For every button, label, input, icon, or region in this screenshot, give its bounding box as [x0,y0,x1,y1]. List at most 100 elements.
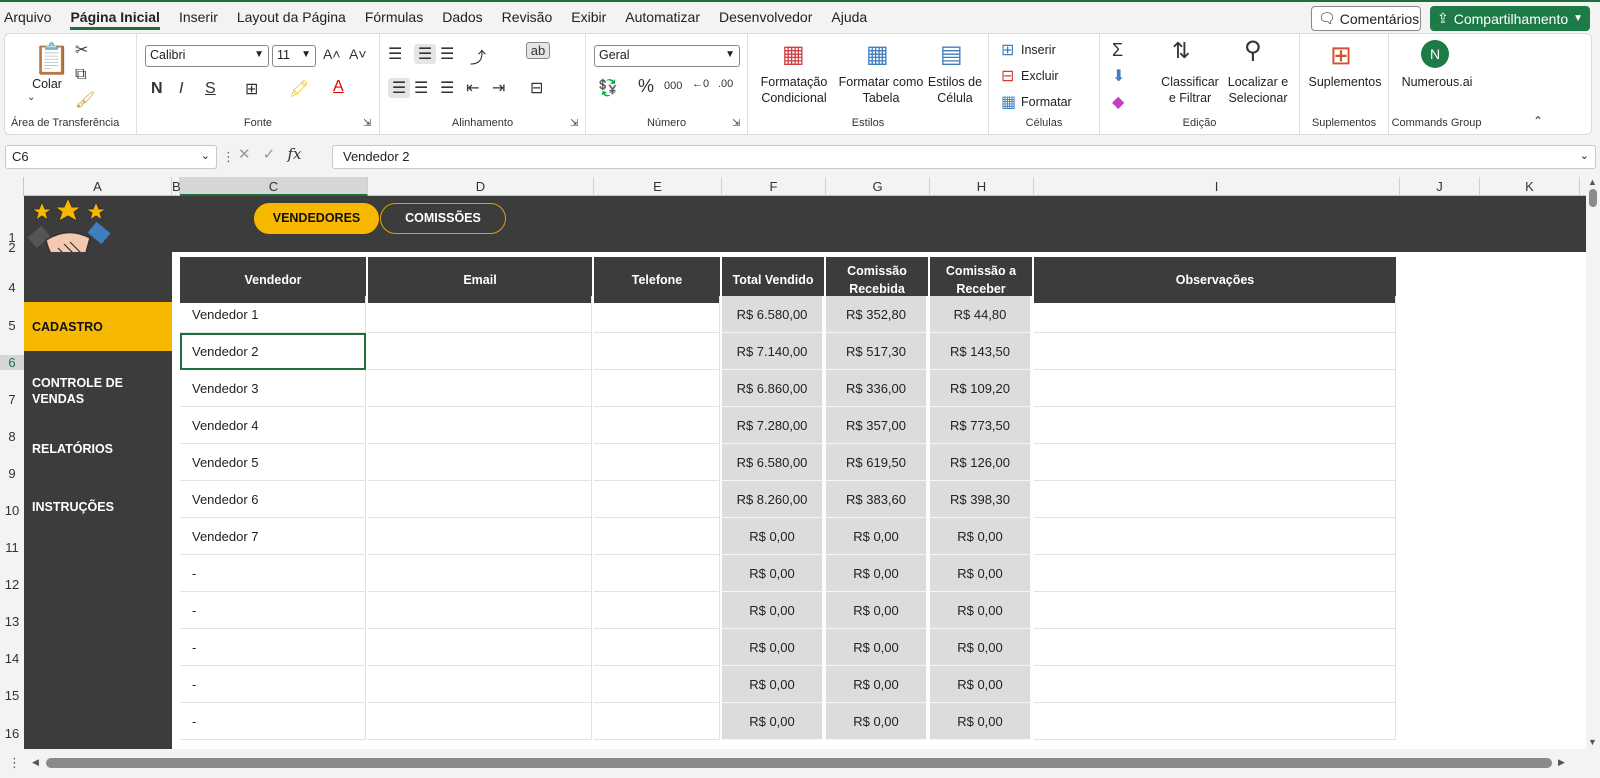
cell-telefone[interactable] [594,703,720,740]
menu-tab-8[interactable]: Automatizar [625,9,700,30]
menu-tab-2[interactable]: Inserir [179,9,218,30]
cell-email[interactable] [368,370,592,407]
increase-indent-icon[interactable]: ⇥ [492,78,505,98]
cell-vendedor[interactable]: - [180,555,366,592]
cell-total-vendido[interactable]: R$ 6.580,00 [722,296,824,333]
cell-comissao-recebida[interactable]: R$ 0,00 [826,555,928,592]
cut-icon[interactable]: ✂ [75,40,88,60]
cell-comissao-recebida[interactable]: R$ 0,00 [826,666,928,703]
menu-tab-4[interactable]: Fórmulas [365,9,423,30]
cell-comissao-a-receber[interactable]: R$ 398,30 [930,481,1032,518]
column-header-c[interactable]: C [180,177,368,196]
cell-email[interactable] [368,481,592,518]
cell-observacoes[interactable] [1034,407,1396,444]
cell-vendedor[interactable]: Vendedor 5 [180,444,366,481]
font-color-icon[interactable]: A [333,78,344,96]
cell-telefone[interactable] [594,518,720,555]
cell-styles-button[interactable]: Estilos de Célula [926,74,984,106]
menu-tab-3[interactable]: Layout da Página [237,9,346,30]
column-header-e[interactable]: E [594,177,722,196]
row-header-2[interactable]: 2 [0,240,24,255]
column-header-a[interactable]: A [24,177,172,196]
cell-total-vendido[interactable]: R$ 8.260,00 [722,481,824,518]
insert-cells-icon[interactable]: ⊞ [1001,40,1014,60]
cell-comissao-a-receber[interactable]: R$ 0,00 [930,518,1032,555]
menu-tab-5[interactable]: Dados [442,9,482,30]
cell-email[interactable] [368,444,592,481]
select-all-corner[interactable] [0,177,24,196]
horizontal-scroll-thumb[interactable] [46,758,1552,768]
column-header-j[interactable]: J [1400,177,1480,196]
confirm-icon[interactable]: ✓ [263,146,276,163]
font-family-select[interactable]: Calibri ▼ [145,45,269,67]
row-header-9[interactable]: 9 [0,466,24,481]
menu-tab-10[interactable]: Ajuda [831,9,867,30]
formula-input[interactable]: Vendedor 2 ⌄ [332,145,1596,169]
cell-email[interactable] [368,518,592,555]
align-right-icon[interactable]: ☰ [440,78,454,98]
scroll-left-icon[interactable]: ◀ [32,757,39,768]
menu-tab-6[interactable]: Revisão [502,9,553,30]
cell-telefone[interactable] [594,296,720,333]
increase-font-icon[interactable]: A˄ [323,46,341,62]
cell-comissao-recebida[interactable]: R$ 0,00 [826,592,928,629]
orientation-icon[interactable]: ⤴ [470,44,486,68]
horizontal-scrollbar[interactable]: ⋮ ◀ ▶ [0,749,1600,778]
cell-vendedor[interactable]: Vendedor 1 [180,296,366,333]
row-header-11[interactable]: 11 [0,540,24,555]
search-icon[interactable]: ⚲ [1244,36,1262,65]
decrease-decimal-icon[interactable]: .00 [718,78,733,90]
dialog-launcher-icon[interactable]: ⇲ [570,118,578,129]
row-header-6[interactable]: 6 [0,355,24,370]
cell-total-vendido[interactable]: R$ 7.280,00 [722,407,824,444]
column-header-k[interactable]: K [1480,177,1580,196]
cell-comissao-a-receber[interactable]: R$ 773,50 [930,407,1032,444]
cell-vendedor[interactable]: Vendedor 4 [180,407,366,444]
cell-comissao-recebida[interactable]: R$ 357,00 [826,407,928,444]
cell-total-vendido[interactable]: R$ 7.140,00 [722,333,824,370]
font-size-select[interactable]: 11 ▼ [272,45,316,67]
cell-telefone[interactable] [594,555,720,592]
vertical-scrollbar[interactable]: ▲ ▼ [1586,177,1600,749]
cell-vendedor[interactable]: - [180,666,366,703]
column-header-h[interactable]: H [930,177,1034,196]
cell-total-vendido[interactable]: R$ 0,00 [722,555,824,592]
cell-total-vendido[interactable]: R$ 0,00 [722,592,824,629]
cell-comissao-recebida[interactable]: R$ 336,00 [826,370,928,407]
delete-cells-button[interactable]: Excluir [1021,68,1059,84]
conditional-format-icon[interactable]: ▦ [782,40,805,69]
column-header-i[interactable]: I [1034,177,1400,196]
percent-icon[interactable]: % [638,76,654,97]
cell-telefone[interactable] [594,629,720,666]
underline-icon[interactable]: S [205,80,216,98]
cell-comissao-recebida[interactable]: R$ 352,80 [826,296,928,333]
cell-vendedor[interactable]: - [180,629,366,666]
align-middle-icon[interactable]: ☰ [414,44,436,64]
cell-email[interactable] [368,333,592,370]
row-header-12[interactable]: 12 [0,577,24,592]
cell-email[interactable] [368,703,592,740]
find-select-button[interactable]: Localizar e Selecionar [1220,74,1296,106]
cell-comissao-a-receber[interactable]: R$ 126,00 [930,444,1032,481]
cell-email[interactable] [368,666,592,703]
decrease-indent-icon[interactable]: ⇤ [466,78,479,98]
menu-tab-1[interactable]: Página Inicial [70,9,160,30]
share-button[interactable]: ⇪ Compartilhamento ▼ [1430,6,1590,31]
cell-vendedor[interactable]: - [180,703,366,740]
cell-total-vendido[interactable]: R$ 0,00 [722,629,824,666]
paste-button[interactable]: Colar [27,76,67,92]
menu-tab-0[interactable]: Arquivo [4,9,51,30]
column-header-d[interactable]: D [368,177,594,196]
cell-comissao-a-receber[interactable]: R$ 109,20 [930,370,1032,407]
dialog-launcher-icon[interactable]: ⇲ [732,118,740,129]
row-header-14[interactable]: 14 [0,651,24,666]
cell-comissao-recebida[interactable]: R$ 0,00 [826,518,928,555]
copy-icon[interactable]: ⧉ [75,66,86,84]
format-table-icon[interactable]: ▦ [866,40,889,69]
row-header-15[interactable]: 15 [0,688,24,703]
row-header-13[interactable]: 13 [0,614,24,629]
cell-email[interactable] [368,592,592,629]
currency-icon[interactable]: 💱 [598,78,618,98]
menu-tab-7[interactable]: Exibir [571,9,606,30]
cell-total-vendido[interactable]: R$ 0,00 [722,703,824,740]
